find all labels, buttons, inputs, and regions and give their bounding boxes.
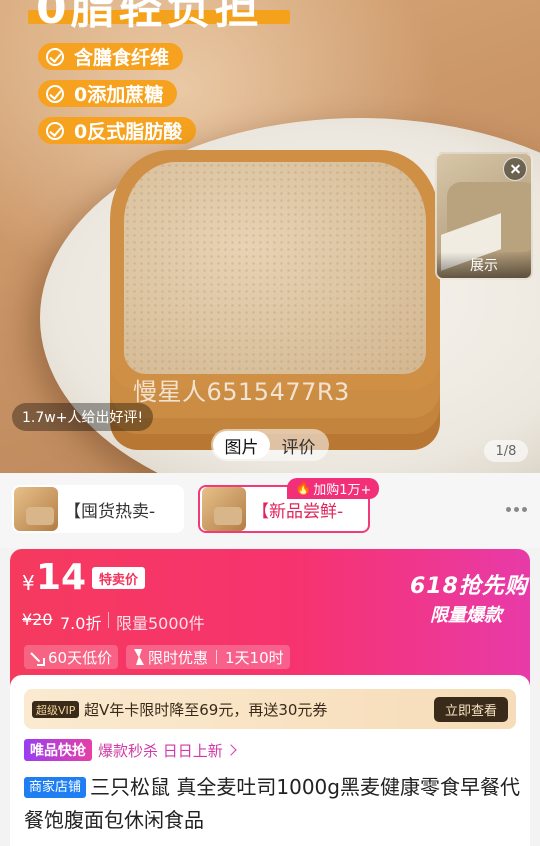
close-icon[interactable] <box>503 157 527 181</box>
sale-price: 14 <box>36 557 87 598</box>
currency-symbol: ¥ <box>22 571 35 595</box>
product-detail-page: 0脂轻负担 含膳食纤维 0添加蔗糖 0反式脂肪酸 慢星人6515477R3 1.… <box>0 0 540 846</box>
sku-thumbnail <box>14 487 58 531</box>
tab-images[interactable]: 图片 <box>213 431 270 459</box>
bread-slice-top <box>110 150 440 390</box>
discount-rate: 7.0折 <box>60 614 102 633</box>
fire-icon: 🔥 <box>295 481 312 496</box>
sku-badge-label: 加购1万+ <box>313 483 372 498</box>
store-badge: 商家店铺 <box>24 777 87 798</box>
divider <box>108 612 109 628</box>
sku-thumbnail <box>202 487 246 531</box>
flash-sale-badge: 唯品快抢 <box>24 739 92 761</box>
lightning-icon <box>132 649 144 665</box>
vip-badge: 超级VIP <box>32 701 80 718</box>
media-tab-switcher: 图片 评价 <box>211 429 329 461</box>
original-price: ¥20 <box>22 610 53 629</box>
bread-crumb <box>124 162 426 374</box>
low-price-tag: 60天低价 <box>24 645 119 669</box>
promo-subtitle: 限量爆款 <box>430 605 502 626</box>
low-price-label: 60天低价 <box>48 648 113 667</box>
tab-reviews[interactable]: 评价 <box>270 431 327 459</box>
feature-pill: 含膳食纤维 <box>38 43 184 70</box>
sku-selector: 【囤货热卖- 【新品尝鲜- <box>0 473 540 548</box>
feature-pill: 0反式脂肪酸 <box>38 117 197 144</box>
mini-video-label: 展示 <box>437 252 531 278</box>
promo-title: 618抢先购 <box>410 574 528 599</box>
special-price-badge: 特卖价 <box>92 567 146 589</box>
chevron-right-icon <box>225 744 237 756</box>
feature-pill: 0添加蔗糖 <box>38 80 178 107</box>
product-image-carousel[interactable]: 0脂轻负担 含膳食纤维 0添加蔗糖 0反式脂肪酸 慢星人6515477R3 1.… <box>0 0 540 473</box>
user-watermark: 慢星人6515477R3 <box>133 378 350 406</box>
countdown-label: 1天10时 <box>225 648 284 667</box>
hero-headline: 0脂轻负担 <box>36 0 263 34</box>
sku-label: 【囤货热卖- <box>64 501 156 522</box>
trend-down-icon <box>30 650 45 666</box>
product-info-card: 超级VIP 超V年卡限时降至69元，再送30元券 立即查看 唯品快抢 爆款秒杀 … <box>10 675 530 846</box>
image-counter: 1/8 <box>484 440 528 462</box>
sku-label: 【新品尝鲜- <box>252 501 344 522</box>
vip-text: 超V年卡限时降至69元，再送30元券 <box>84 701 328 719</box>
stock-limit: 限量5000件 <box>116 614 205 633</box>
check-circle-icon <box>46 47 64 66</box>
divider <box>216 650 218 664</box>
more-options-icon[interactable] <box>506 507 527 512</box>
view-now-button[interactable]: 立即查看 <box>434 697 508 722</box>
flash-sale-text: 爆款秒杀 日日上新 <box>98 741 223 760</box>
check-circle-icon <box>46 121 64 140</box>
vip-banner[interactable]: 超级VIP 超V年卡限时降至69元，再送30元券 立即查看 <box>24 689 516 729</box>
product-title-text: 三只松鼠 真全麦吐司1000g黑麦健康零食早餐代餐饱腹面包休闲食品 <box>24 775 520 832</box>
timed-offer-label: 限时优惠 <box>148 648 209 667</box>
feature-label: 0添加蔗糖 <box>74 84 164 106</box>
feature-label: 0反式脂肪酸 <box>74 121 183 143</box>
check-circle-icon <box>46 84 64 103</box>
feature-label: 含膳食纤维 <box>74 47 170 69</box>
product-title: 商家店铺 三只松鼠 真全麦吐司1000g黑麦健康零食早餐代餐饱腹面包休闲食品 <box>24 771 524 837</box>
sku-option[interactable]: 【囤货热卖- <box>12 485 184 533</box>
countdown-tag: 限时优惠 1天10时 <box>126 645 290 669</box>
flash-sale-row[interactable]: 唯品快抢 爆款秒杀 日日上新 <box>24 739 237 761</box>
sku-popularity-badge: 🔥 加购1万+ <box>287 478 380 499</box>
review-count-pill[interactable]: 1.7w+人给出好评! <box>12 403 154 431</box>
